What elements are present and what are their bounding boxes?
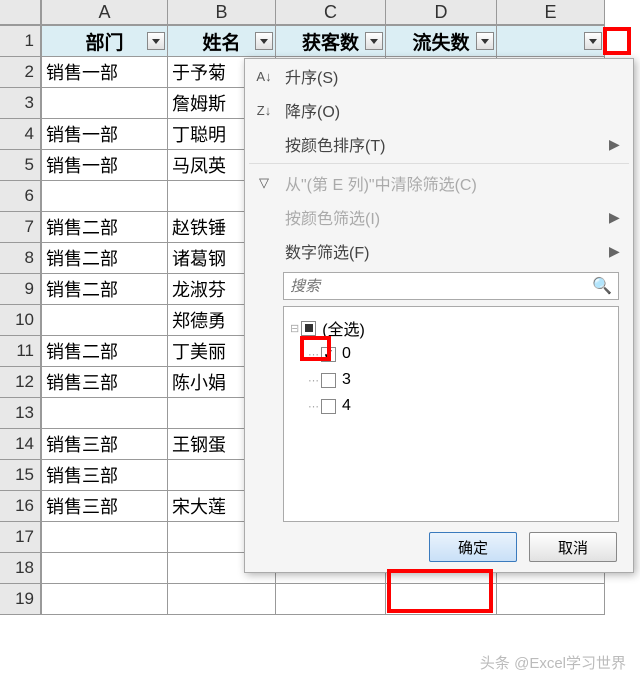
filter-item-3[interactable]: ⋯ 3 — [308, 367, 612, 393]
watermark: 头条 @Excel学习世界 — [480, 652, 626, 673]
cell-A2[interactable]: 销售一部 — [42, 57, 168, 88]
filter-item-selectall[interactable]: ⊟ (全选) — [290, 315, 612, 341]
row-header[interactable]: 5 — [0, 150, 42, 181]
col-header-A[interactable]: A — [42, 0, 168, 26]
cell-C19[interactable] — [276, 584, 386, 615]
sort-by-color-label: 按颜色排序(T) — [283, 132, 609, 156]
funnel-icon: ▽ — [245, 175, 283, 191]
filter-item-4[interactable]: ⋯ 4 — [308, 393, 612, 419]
filter-search-box[interactable]: 🔍 — [283, 272, 619, 300]
sort-asc-label: 升序(S) — [283, 64, 633, 88]
cell-A11[interactable]: 销售二部 — [42, 336, 168, 367]
highlight-filter-button — [603, 27, 631, 55]
corner-cell[interactable] — [0, 0, 42, 26]
sort-by-color[interactable]: 按颜色排序(T) ▶ — [245, 127, 633, 161]
row-header[interactable]: 9 — [0, 274, 42, 305]
cell-D19[interactable] — [386, 584, 497, 615]
clear-filter: ▽ 从"(第 E 列)"中清除筛选(C) — [245, 166, 633, 200]
col-header-D[interactable]: D — [386, 0, 497, 26]
filter-dropdown-menu: A↓ 升序(S) Z↓ 降序(O) 按颜色排序(T) ▶ ▽ 从"(第 E 列)… — [244, 58, 634, 573]
sort-asc[interactable]: A↓ 升序(S) — [245, 59, 633, 93]
tree-toggle-icon: ⊟ — [290, 322, 299, 335]
filter-button[interactable] — [476, 32, 494, 50]
col-header-row: A B C D E — [0, 0, 605, 26]
filter-item-0[interactable]: ⋯ 0 — [308, 341, 612, 367]
cell-A17[interactable] — [42, 522, 168, 553]
cell-A10[interactable] — [42, 305, 168, 336]
cell-B19[interactable] — [168, 584, 276, 615]
filter-by-color-label: 按颜色筛选(I) — [283, 205, 609, 229]
row-header[interactable]: 10 — [0, 305, 42, 336]
filter-item-label: 4 — [342, 397, 351, 415]
cell-A16[interactable]: 销售三部 — [42, 491, 168, 522]
row-header[interactable]: 14 — [0, 429, 42, 460]
cell-E1[interactable] — [497, 26, 605, 57]
checkbox-checked[interactable] — [321, 347, 336, 362]
sort-desc-label: 降序(O) — [283, 98, 633, 122]
cell-D1[interactable]: 流失数 — [386, 26, 497, 57]
row-header[interactable]: 11 — [0, 336, 42, 367]
filter-item-label: 0 — [342, 345, 351, 363]
clear-filter-label: 从"(第 E 列)"中清除筛选(C) — [283, 171, 633, 195]
row-header[interactable]: 1 — [0, 26, 42, 57]
cell-A8[interactable]: 销售二部 — [42, 243, 168, 274]
cancel-button[interactable]: 取消 — [529, 532, 617, 562]
cell-A12[interactable]: 销售三部 — [42, 367, 168, 398]
cell-A14[interactable]: 销售三部 — [42, 429, 168, 460]
sort-desc[interactable]: Z↓ 降序(O) — [245, 93, 633, 127]
cell-A18[interactable] — [42, 553, 168, 584]
filter-by-color: 按颜色筛选(I) ▶ — [245, 200, 633, 234]
ok-button[interactable]: 确定 — [429, 532, 517, 562]
dialog-buttons: 确定 取消 — [245, 522, 633, 564]
number-filter[interactable]: 数字筛选(F) ▶ — [245, 234, 633, 268]
row-header[interactable]: 12 — [0, 367, 42, 398]
cell-A15[interactable]: 销售三部 — [42, 460, 168, 491]
cell-A5[interactable]: 销售一部 — [42, 150, 168, 181]
cell-C1[interactable]: 获客数 — [276, 26, 386, 57]
row-header[interactable]: 4 — [0, 119, 42, 150]
cell-A19[interactable] — [42, 584, 168, 615]
filter-button[interactable] — [365, 32, 383, 50]
submenu-arrow-icon: ▶ — [609, 136, 633, 153]
cell-E19[interactable] — [497, 584, 605, 615]
col-header-B[interactable]: B — [168, 0, 276, 26]
filter-item-label: (全选) — [322, 316, 365, 340]
cell-A6[interactable] — [42, 181, 168, 212]
number-filter-label: 数字筛选(F) — [283, 239, 609, 263]
cell-A7[interactable]: 销售二部 — [42, 212, 168, 243]
row-header[interactable]: 17 — [0, 522, 42, 553]
filter-button[interactable] — [255, 32, 273, 50]
row-header[interactable]: 16 — [0, 491, 42, 522]
checkbox-unchecked[interactable] — [321, 373, 336, 388]
row-header[interactable]: 8 — [0, 243, 42, 274]
sort-desc-icon: Z↓ — [245, 103, 283, 118]
cell-B1[interactable]: 姓名 — [168, 26, 276, 57]
row-header[interactable]: 6 — [0, 181, 42, 212]
sort-asc-icon: A↓ — [245, 69, 283, 84]
checkbox-indeterminate[interactable] — [301, 321, 316, 336]
row-header[interactable]: 19 — [0, 584, 42, 615]
cell-A9[interactable]: 销售二部 — [42, 274, 168, 305]
checkbox-unchecked[interactable] — [321, 399, 336, 414]
row-header[interactable]: 13 — [0, 398, 42, 429]
filter-button[interactable] — [147, 32, 165, 50]
row-header[interactable]: 3 — [0, 88, 42, 119]
filter-values-tree: ⊟ (全选) ⋯ 0 ⋯ 3 ⋯ 4 — [283, 306, 619, 522]
search-icon: 🔍 — [592, 276, 612, 296]
row-header[interactable]: 7 — [0, 212, 42, 243]
col-header-C[interactable]: C — [276, 0, 386, 26]
cell-A3[interactable] — [42, 88, 168, 119]
row-header[interactable]: 15 — [0, 460, 42, 491]
filter-search-input[interactable] — [290, 278, 592, 295]
col-header-E[interactable]: E — [497, 0, 605, 26]
filter-button[interactable] — [584, 32, 602, 50]
filter-item-label: 3 — [342, 371, 351, 389]
submenu-arrow-icon: ▶ — [609, 209, 633, 226]
submenu-arrow-icon: ▶ — [609, 243, 633, 260]
cell-A4[interactable]: 销售一部 — [42, 119, 168, 150]
row-header[interactable]: 2 — [0, 57, 42, 88]
cell-A1[interactable]: 部门 — [42, 26, 168, 57]
row-header[interactable]: 18 — [0, 553, 42, 584]
cell-A13[interactable] — [42, 398, 168, 429]
